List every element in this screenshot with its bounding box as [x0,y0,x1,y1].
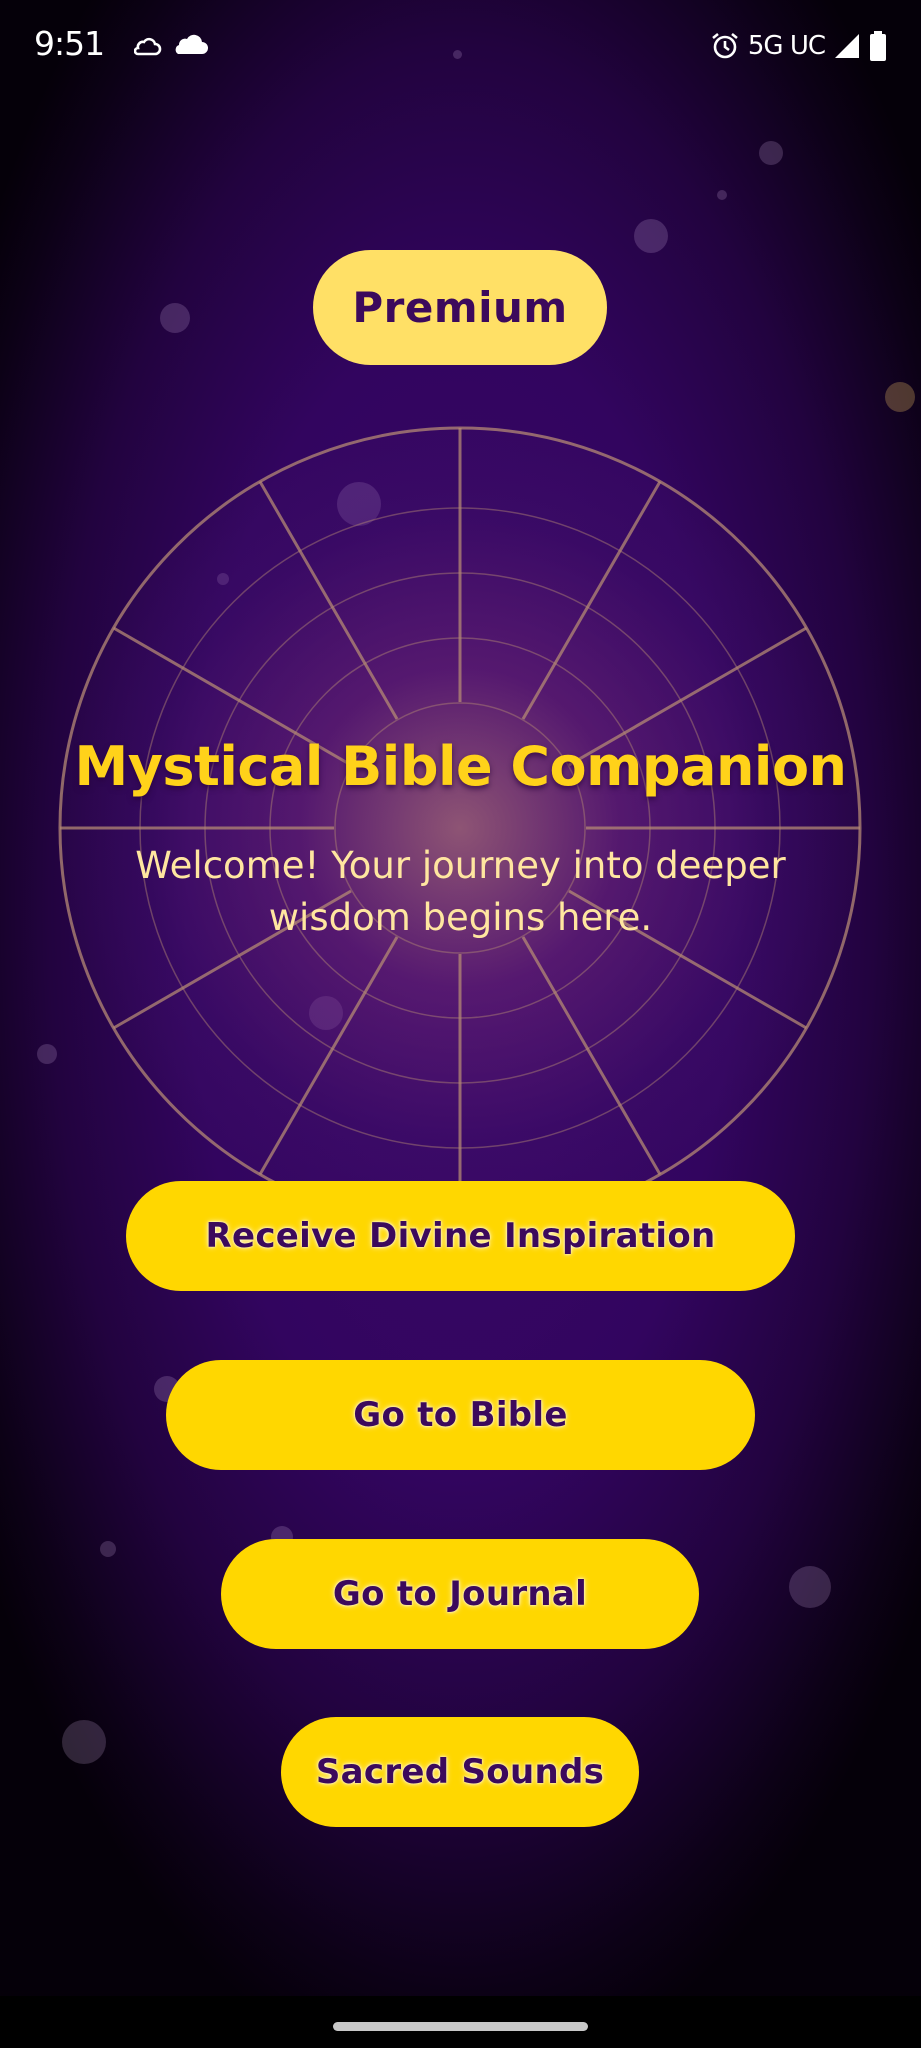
status-right-icons: 5G UC [710,28,887,64]
bokeh-particle [62,1720,106,1764]
go-to-journal-button[interactable]: Go to Journal [221,1539,699,1649]
bokeh-particle [789,1566,831,1608]
home-gesture-handle[interactable] [333,2022,588,2031]
mystical-wheel-graphic [58,426,862,1230]
app-screen: 9:51 5G UC Premium Mystical Bible Compan… [0,0,921,2048]
network-label: 5G UC [747,31,826,61]
welcome-subtitle: Welcome! Your journey into deeper wisdom… [135,844,786,939]
weather-icon [133,34,208,56]
cloud-icon [175,34,208,54]
battery-icon [870,31,886,61]
signal-icon [835,34,859,58]
bokeh-particle [453,50,462,59]
bokeh-particle [160,303,190,333]
sacred-sounds-button[interactable]: Sacred Sounds [281,1717,639,1827]
bokeh-particle [717,190,727,200]
status-bar: 9:51 5G UC [0,0,921,92]
go-to-bible-button[interactable]: Go to Bible [166,1360,755,1470]
bokeh-particle [759,141,783,165]
premium-button[interactable]: Premium [313,250,607,365]
bokeh-particle [634,219,668,253]
status-notification-icons [133,30,214,62]
status-time: 9:51 [34,24,105,63]
app-title: Mystical Bible Companion [74,735,847,798]
bokeh-particle [37,1044,57,1064]
bokeh-particle [100,1541,116,1557]
alarm-icon [712,32,738,59]
bokeh-particle [885,382,915,412]
receive-divine-inspiration-button[interactable]: Receive Divine Inspiration [126,1181,795,1291]
